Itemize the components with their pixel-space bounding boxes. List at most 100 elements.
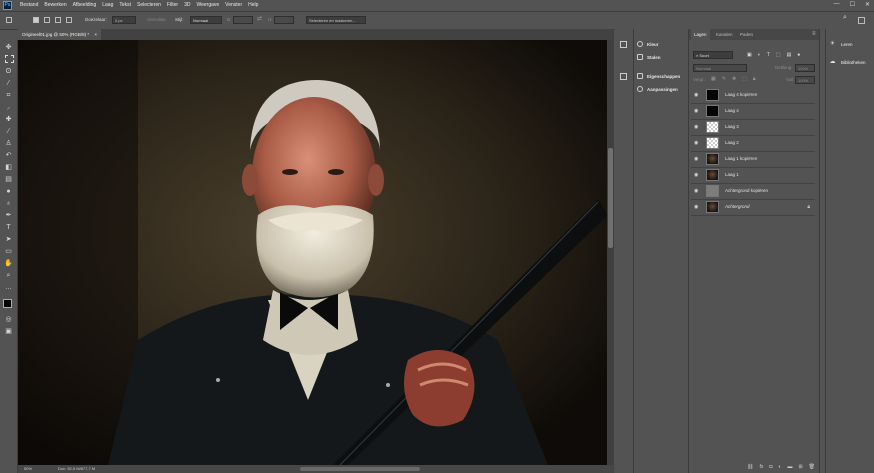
- anti-alias-checkbox[interactable]: Anti-alias: [147, 17, 166, 22]
- panel-leren[interactable]: Leren: [841, 42, 853, 47]
- zoom-level[interactable]: 50%: [24, 466, 32, 471]
- subtract-from-selection-icon[interactable]: [55, 17, 61, 23]
- gradient-tool-icon[interactable]: ▤: [4, 175, 13, 184]
- minimize-button[interactable]: —: [834, 1, 840, 8]
- panel-kleur[interactable]: Kleur: [637, 39, 659, 49]
- healing-brush-tool-icon[interactable]: ✚: [4, 115, 13, 124]
- new-adjustment-icon[interactable]: ◐: [778, 464, 781, 470]
- lasso-tool-icon[interactable]: ʘ: [4, 67, 13, 76]
- menu-item-bewerken[interactable]: Bewerken: [44, 2, 66, 8]
- visibility-eye-icon[interactable]: ◉: [694, 140, 700, 146]
- feather-input[interactable]: 0 px: [112, 16, 136, 24]
- layer-row[interactable]: ◉ Laag 1 kopiëren: [691, 151, 815, 168]
- pen-tool-icon[interactable]: ✒: [4, 211, 13, 220]
- blend-mode-select[interactable]: Normaal: [693, 64, 747, 72]
- paragraph-icon[interactable]: [620, 73, 627, 80]
- menu-item-tekst[interactable]: Tekst: [119, 2, 131, 8]
- new-layer-icon[interactable]: ⊞: [798, 464, 802, 470]
- opacity-input[interactable]: 100%: [795, 64, 815, 72]
- move-tool-icon[interactable]: ✥: [4, 43, 13, 52]
- visibility-eye-icon[interactable]: ◉: [694, 124, 700, 130]
- dodge-tool-icon[interactable]: ♁: [4, 199, 13, 208]
- lock-all-icon[interactable]: 🔒︎: [753, 76, 756, 82]
- filter-toggle-icon[interactable]: ●: [797, 52, 800, 58]
- swap-icon[interactable]: ⇄: [257, 15, 262, 22]
- panel-bibliotheken[interactable]: Bibliotheken: [841, 60, 866, 65]
- vertical-scrollbar-thumb[interactable]: [608, 148, 613, 248]
- filter-smart-icon[interactable]: ▤: [787, 52, 792, 58]
- visibility-eye-icon[interactable]: ◉: [694, 188, 700, 194]
- eyedropper-tool-icon[interactable]: ⸝: [4, 103, 13, 112]
- menu-item-help[interactable]: Help: [248, 2, 258, 8]
- layer-row[interactable]: ◉ Achtergrond 🔒︎: [691, 199, 815, 216]
- style-select[interactable]: Normaal: [190, 16, 222, 24]
- magic-wand-tool-icon[interactable]: ⁄: [4, 79, 13, 88]
- menu-item-bestand[interactable]: Bestand: [20, 2, 38, 8]
- history-brush-tool-icon[interactable]: ↶: [4, 151, 13, 160]
- document-tab-close[interactable]: ×: [94, 32, 97, 37]
- type-tool-icon[interactable]: T: [4, 223, 13, 232]
- visibility-eye-icon[interactable]: ◉: [694, 172, 700, 178]
- layer-row[interactable]: ◉ Laag 1: [691, 167, 815, 184]
- layer-filter-select[interactable]: ⌕ Soort: [693, 51, 733, 59]
- link-layers-icon[interactable]: ⛓: [747, 464, 753, 470]
- layer-row[interactable]: ◉ Laag 3: [691, 119, 815, 136]
- eraser-tool-icon[interactable]: ◧: [4, 163, 13, 172]
- layer-style-icon[interactable]: fx: [759, 464, 763, 470]
- close-button[interactable]: ✕: [865, 1, 870, 8]
- filter-adjustment-icon[interactable]: ◐: [758, 52, 761, 58]
- layer-row[interactable]: ◉ Laag 4 kopiëren: [691, 87, 815, 104]
- foreground-color-swatch[interactable]: [3, 299, 12, 308]
- clone-stamp-tool-icon[interactable]: ♙: [4, 139, 13, 148]
- new-selection-icon[interactable]: [33, 17, 39, 23]
- horizontal-scrollbar-thumb[interactable]: [300, 467, 420, 471]
- history-icon[interactable]: [620, 41, 627, 48]
- tab-lagen[interactable]: Lagen: [691, 29, 710, 40]
- search-icon[interactable]: ⌕: [843, 14, 847, 22]
- lock-transparent-icon[interactable]: ▦: [711, 76, 716, 82]
- menu-item-3d[interactable]: 3D: [184, 2, 190, 8]
- menu-item-weergave[interactable]: Weergave: [196, 2, 219, 8]
- filter-pixel-icon[interactable]: ▣: [747, 52, 752, 58]
- panel-stalen[interactable]: Stalen: [637, 52, 661, 62]
- lock-pixels-icon[interactable]: ✎: [722, 76, 726, 82]
- filter-shape-icon[interactable]: ⬚: [776, 52, 781, 58]
- brush-tool-icon[interactable]: ∕: [4, 127, 13, 136]
- document-canvas[interactable]: [18, 40, 607, 465]
- delete-layer-icon[interactable]: 🗑︎: [809, 464, 815, 470]
- blur-tool-icon[interactable]: ●: [4, 187, 13, 196]
- quick-mask-icon[interactable]: ◎: [4, 315, 13, 324]
- menu-item-selecteren[interactable]: Selecteren: [137, 2, 161, 8]
- width-input[interactable]: [233, 16, 253, 24]
- filter-type-icon[interactable]: T: [767, 52, 770, 58]
- fill-input[interactable]: 100%: [795, 76, 815, 84]
- document-tab[interactable]: Origineel01.jpg @ 50% (RGB/8) * ×: [18, 29, 102, 40]
- menu-item-filter[interactable]: Filter: [167, 2, 178, 8]
- menu-item-laag[interactable]: Laag: [102, 2, 113, 8]
- add-to-selection-icon[interactable]: [44, 17, 50, 23]
- maximize-button[interactable]: ☐: [850, 1, 855, 8]
- workspace-icon[interactable]: [858, 17, 865, 24]
- lock-artboard-icon[interactable]: ⬚: [742, 76, 747, 82]
- vertical-scrollbar[interactable]: [607, 40, 614, 465]
- menu-item-venster[interactable]: Venster: [225, 2, 242, 8]
- select-and-mask-button[interactable]: Selecteren en maskeren...: [306, 16, 366, 24]
- layer-row[interactable]: ◉ Laag 2: [691, 135, 815, 152]
- panel-menu-icon[interactable]: ≡: [809, 29, 819, 40]
- marquee-tool-icon[interactable]: [5, 55, 14, 63]
- panel-eigenschappen[interactable]: Eigenschappen: [637, 71, 680, 81]
- screen-mode-icon[interactable]: ▣: [4, 327, 13, 336]
- menu-item-afbeelding[interactable]: Afbeelding: [73, 2, 97, 8]
- visibility-eye-icon[interactable]: ◉: [694, 92, 700, 98]
- visibility-eye-icon[interactable]: ◉: [694, 204, 700, 210]
- tab-paden[interactable]: Paden: [737, 29, 756, 40]
- height-input[interactable]: [274, 16, 294, 24]
- crop-tool-icon[interactable]: ⌗: [4, 91, 13, 100]
- tab-kanalen[interactable]: Kanalen: [713, 29, 736, 40]
- hand-tool-icon[interactable]: ✋: [4, 259, 13, 268]
- visibility-eye-icon[interactable]: ◉: [694, 156, 700, 162]
- zoom-tool-icon[interactable]: ⌕: [4, 271, 13, 280]
- more-tools-icon[interactable]: …: [4, 283, 13, 292]
- rectangle-tool-icon[interactable]: ▭: [4, 247, 13, 256]
- layer-row[interactable]: ◉ Laag 4: [691, 103, 815, 120]
